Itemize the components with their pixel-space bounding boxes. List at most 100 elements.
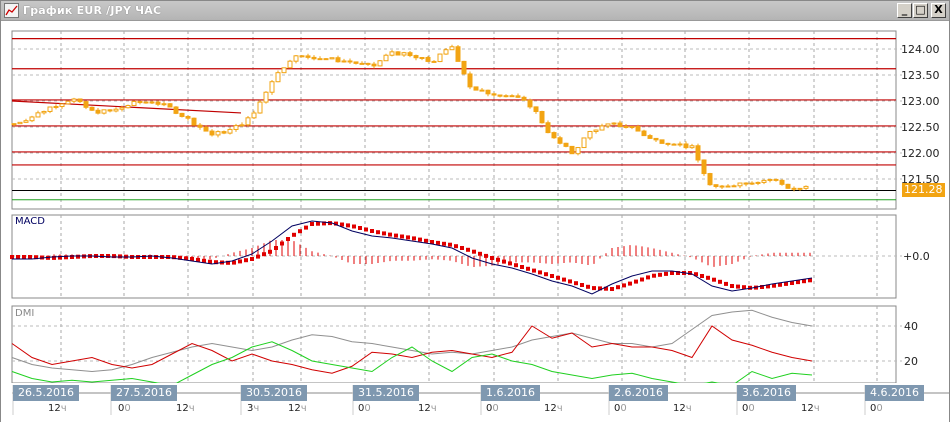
candle-body xyxy=(521,96,527,101)
date-label: 26.5.2016 xyxy=(13,385,79,401)
candle-body xyxy=(281,67,287,74)
date-label: 27.5.2016 xyxy=(111,385,177,401)
candle-body xyxy=(743,182,749,185)
macd-signal-point xyxy=(406,235,410,240)
candle-body xyxy=(89,106,95,111)
macd-signal-point xyxy=(490,256,494,260)
macd-signal-point xyxy=(544,272,548,277)
candle-body xyxy=(137,100,143,104)
candle-body xyxy=(239,124,245,127)
macd-signal-point xyxy=(580,283,584,287)
candle-body xyxy=(377,60,383,67)
candle-body xyxy=(11,123,17,126)
macd-signal-point xyxy=(370,229,374,233)
candle-body xyxy=(665,142,671,145)
candle-body xyxy=(221,131,227,134)
hour-value: 12 xyxy=(673,403,686,414)
macd-signal-point xyxy=(538,270,542,275)
macd-signal-point xyxy=(646,275,650,280)
candle-body xyxy=(605,123,611,127)
macd-signal-point xyxy=(706,275,710,280)
candle-body xyxy=(41,110,47,114)
macd-signal-point xyxy=(526,266,530,271)
candle-body xyxy=(143,101,149,104)
macd-signal-point xyxy=(724,281,728,286)
hour-label: 00 xyxy=(614,403,627,414)
macd-signal-point xyxy=(274,246,278,250)
hour-label: 12ч xyxy=(288,403,307,414)
candle-body xyxy=(179,112,185,117)
candle-body xyxy=(659,139,665,144)
candle-body xyxy=(587,130,593,139)
macd-signal-point xyxy=(382,231,386,236)
dmi-axis-label: 20 xyxy=(904,355,918,368)
candle-body xyxy=(677,143,683,146)
candle-body xyxy=(515,95,521,98)
macd-signal-point xyxy=(388,232,392,237)
candle-body xyxy=(149,101,155,104)
panel-frame xyxy=(11,305,897,384)
candle-body xyxy=(713,184,719,187)
candle-body xyxy=(731,185,737,188)
macd-signal-point xyxy=(592,286,596,291)
macd-signal-point xyxy=(298,229,302,234)
candle-body xyxy=(581,137,587,149)
candle-body xyxy=(413,55,419,59)
candle-body xyxy=(533,106,539,113)
candle-body xyxy=(557,137,563,144)
macd-signal-point xyxy=(532,268,536,273)
macd-signal-point xyxy=(718,279,722,284)
candle-body xyxy=(551,132,557,139)
macd-signal-point xyxy=(562,277,566,282)
hour-unit: ч xyxy=(253,403,260,414)
macd-signal-point xyxy=(610,287,614,291)
macd-signal-point xyxy=(412,236,416,241)
macd-signal-point xyxy=(244,258,248,263)
candle-body xyxy=(323,58,329,61)
candle-body xyxy=(215,131,221,136)
macd-signal-point xyxy=(376,230,380,235)
macd-signal-point xyxy=(352,224,356,229)
macd-signal-point xyxy=(634,279,638,284)
candle-body xyxy=(575,147,581,155)
macd-signal-point xyxy=(118,254,122,259)
macd-signal-point xyxy=(574,281,578,286)
candle-body xyxy=(791,187,797,190)
candle-body xyxy=(509,95,515,98)
candle-body xyxy=(209,130,215,136)
candle-body xyxy=(347,60,353,63)
candle-body xyxy=(389,51,395,56)
candle-body xyxy=(449,46,455,51)
candle-body xyxy=(755,181,761,184)
candle-body xyxy=(53,106,59,109)
candle-body xyxy=(191,117,197,126)
hour-unit: ч xyxy=(685,403,692,414)
candle-body xyxy=(359,62,365,65)
macd-signal-point xyxy=(460,246,464,250)
candle-body xyxy=(173,106,179,114)
candle-body xyxy=(371,63,377,67)
candle-body xyxy=(233,125,239,130)
candle-body xyxy=(257,101,263,114)
candle-body xyxy=(503,95,509,98)
dmi-label: DMI xyxy=(15,308,35,319)
macd-signal-point xyxy=(484,253,488,258)
candle-body xyxy=(299,55,305,58)
candle-body xyxy=(737,182,743,187)
chart-canvas[interactable]: 124.00123.50123.00122.50122.00121.50+0.0… xyxy=(1,1,950,423)
candle-body xyxy=(245,117,251,126)
candle-body xyxy=(671,143,677,146)
hour-value: 12 xyxy=(418,403,431,414)
macd-signal-point xyxy=(310,222,314,226)
hour-label: 00 xyxy=(870,403,883,414)
candle-body xyxy=(161,103,167,106)
macd-signal-point xyxy=(730,284,734,288)
candle-body xyxy=(131,100,137,107)
hour-unit: ч xyxy=(60,403,67,414)
candle-body xyxy=(119,107,125,110)
candle-body xyxy=(419,56,425,59)
candle-body xyxy=(431,60,437,63)
hour-unit: ч xyxy=(300,403,307,414)
candle-body xyxy=(293,55,299,62)
candle-body xyxy=(29,116,35,122)
